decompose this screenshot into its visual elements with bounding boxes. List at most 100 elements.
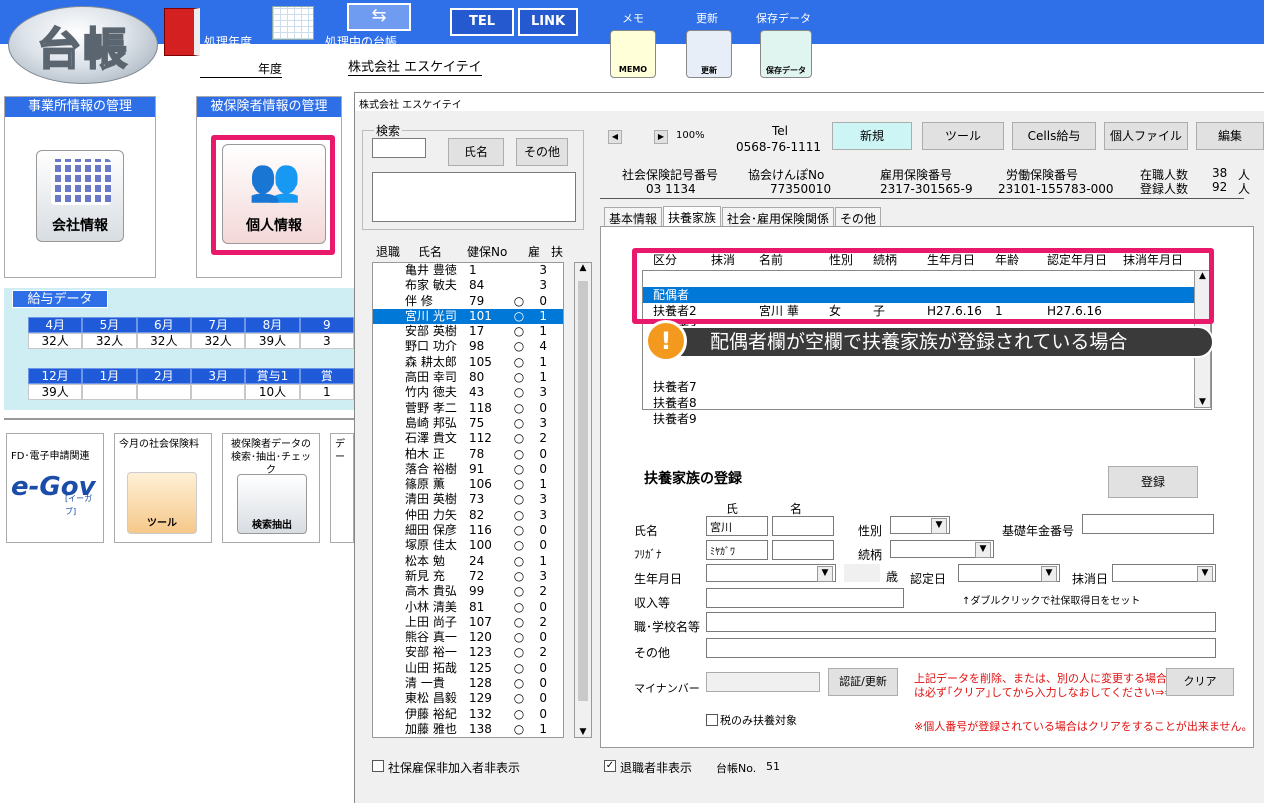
surname-input[interactable]: 宮川 bbox=[706, 516, 768, 536]
salary-cell[interactable]: 10人 bbox=[245, 384, 300, 400]
tax-only-checkbox[interactable] bbox=[706, 714, 718, 726]
employee-row[interactable]: 落合 裕樹 91 ○ 0 bbox=[373, 462, 563, 477]
employee-row[interactable]: 加藤 雅也 138 ○ 1 bbox=[373, 722, 563, 737]
zoom-prev-button[interactable]: ◀ bbox=[608, 130, 622, 144]
hide-retired-checkbox[interactable]: ✓ bbox=[604, 760, 616, 772]
employee-row[interactable]: 篠原 薫 106 ○ 1 bbox=[373, 477, 563, 492]
other-search-button[interactable]: その他 bbox=[516, 138, 568, 166]
employee-row[interactable]: 石澤 貴文 112 ○ 2 bbox=[373, 431, 563, 446]
salary-cell[interactable]: 4月 bbox=[28, 317, 83, 333]
massho-select[interactable] bbox=[1112, 564, 1216, 582]
fd-egov-tile[interactable]: FD･電子申請関連 e-Gov [イーガブ] bbox=[6, 433, 104, 543]
salary-cell[interactable]: 3月 bbox=[190, 368, 246, 384]
employee-row[interactable]: 高木 貴弘 99 ○ 2 bbox=[373, 584, 563, 599]
employee-row[interactable]: 野口 功介 98 ○ 4 bbox=[373, 339, 563, 354]
employee-row[interactable]: 安部 英樹 17 ○ 1 bbox=[373, 324, 563, 339]
tab-dependents[interactable]: 扶養家族 bbox=[663, 206, 722, 228]
clear-button[interactable]: クリア bbox=[1166, 668, 1234, 696]
employee-row[interactable]: 仲田 力矢 82 ○ 3 bbox=[373, 508, 563, 523]
salary-cell[interactable]: 39人 bbox=[28, 384, 83, 400]
salary-cell[interactable]: 6月 bbox=[136, 317, 191, 333]
employee-row[interactable]: 安部 裕一 123 ○ 2 bbox=[373, 645, 563, 660]
dependent-row[interactable]: 扶養者8 bbox=[643, 395, 1195, 411]
memo-icon[interactable]: MEMO bbox=[610, 30, 656, 78]
zoom-next-button[interactable]: ▶ bbox=[654, 130, 668, 144]
employee-row[interactable]: 高田 幸司 80 ○ 1 bbox=[373, 370, 563, 385]
scroll-down-icon[interactable]: ▼ bbox=[575, 727, 591, 737]
link-button[interactable]: LINK bbox=[518, 8, 578, 36]
relationship-select[interactable] bbox=[890, 540, 994, 558]
tel-button[interactable]: TEL bbox=[450, 8, 514, 36]
employee-list[interactable]: 亀井 豊徳 1 3 布家 敏夫 84 3 伴 修 79 ○ 0 宮川 光司 101 ○ 1 安部 英樹 17 ○… bbox=[372, 262, 564, 738]
employee-row[interactable]: 亀井 豊徳 1 3 bbox=[373, 263, 563, 278]
dependent-row[interactable]: 扶養者9 bbox=[643, 411, 1195, 427]
salary-cell[interactable]: 12月 bbox=[28, 368, 83, 384]
sex-select[interactable] bbox=[890, 516, 950, 534]
new-button[interactable]: 新規 bbox=[832, 122, 912, 150]
employee-list-scrollbar[interactable]: ▲ ▼ bbox=[574, 262, 592, 738]
employee-row[interactable]: 小林 清美 81 ○ 0 bbox=[373, 600, 563, 615]
furigana-given-input[interactable] bbox=[772, 540, 834, 560]
calendar-icon[interactable] bbox=[272, 6, 314, 40]
employee-row[interactable]: 森 耕太郎 105 ○ 1 bbox=[373, 355, 563, 370]
personal-file-button[interactable]: 個人ファイル bbox=[1104, 122, 1188, 150]
employee-row[interactable]: 竹内 徳夫 43 ○ 3 bbox=[373, 385, 563, 400]
employee-row[interactable]: 新見 充 72 ○ 3 bbox=[373, 569, 563, 584]
salary-cell[interactable]: 1月 bbox=[82, 368, 137, 384]
scroll-thumb[interactable] bbox=[578, 281, 588, 701]
birth-select[interactable] bbox=[706, 564, 836, 582]
pension-input[interactable] bbox=[1082, 514, 1214, 534]
register-button[interactable]: 登録 bbox=[1108, 466, 1198, 498]
employee-row[interactable]: 布家 敏夫 84 3 bbox=[373, 278, 563, 293]
furigana-surname-input[interactable]: ﾐﾔｶﾞﾜ bbox=[706, 540, 768, 560]
employee-row[interactable]: 伴 修 79 ○ 0 bbox=[373, 294, 563, 309]
company-info-button[interactable]: 会社情報 bbox=[36, 150, 124, 242]
employee-row[interactable]: 上田 尚子 107 ○ 2 bbox=[373, 615, 563, 630]
salary-cell[interactable]: 7月 bbox=[190, 317, 246, 333]
search-results-box[interactable] bbox=[372, 172, 576, 222]
salary-cell[interactable]: 39人 bbox=[245, 333, 300, 349]
employee-row[interactable]: 塚原 佳太 100 ○ 0 bbox=[373, 538, 563, 553]
name-search-button[interactable]: 氏名 bbox=[448, 138, 504, 166]
given-name-input[interactable] bbox=[772, 516, 834, 536]
edit-button[interactable]: 編集 bbox=[1196, 122, 1264, 150]
employee-row[interactable]: 柏木 正 78 ○ 0 bbox=[373, 447, 563, 462]
salary-cell[interactable]: 5月 bbox=[82, 317, 137, 333]
nintei-select[interactable] bbox=[958, 564, 1060, 582]
employee-row[interactable]: 清田 英樹 73 ○ 3 bbox=[373, 492, 563, 507]
employee-row[interactable]: 松本 勉 24 ○ 1 bbox=[373, 554, 563, 569]
salary-cell[interactable]: 9 bbox=[299, 317, 354, 333]
employee-row[interactable]: 細田 保彦 116 ○ 0 bbox=[373, 523, 563, 538]
salary-cell[interactable]: 1 bbox=[299, 384, 354, 400]
swap-ledger-icon[interactable]: ⇆ bbox=[347, 3, 411, 31]
salary-cell[interactable]: 32人 bbox=[28, 333, 83, 349]
salary-cell[interactable]: 2月 bbox=[136, 368, 191, 384]
salary-cell[interactable]: 32人 bbox=[136, 333, 191, 349]
employee-row[interactable]: 伊藤 裕紀 132 ○ 0 bbox=[373, 707, 563, 722]
hide-nonmember-checkbox[interactable] bbox=[372, 760, 384, 772]
income-input[interactable] bbox=[706, 588, 904, 608]
cells-salary-button[interactable]: Cells給与 bbox=[1012, 122, 1096, 150]
book-icon[interactable] bbox=[164, 8, 200, 56]
other-input[interactable] bbox=[706, 638, 1216, 658]
employee-row[interactable]: 菅野 孝二 118 ○ 0 bbox=[373, 401, 563, 416]
salary-cell[interactable]: 32人 bbox=[190, 333, 246, 349]
salary-cell[interactable] bbox=[82, 384, 137, 400]
monthly-premium-tile[interactable]: 今月の社会保険料 ツール bbox=[114, 433, 212, 543]
data-tile-partial[interactable]: デー bbox=[330, 433, 354, 543]
insured-search-tile[interactable]: 被保険者データの検索･抽出･チェック 検索抽出 bbox=[222, 433, 320, 543]
salary-cell[interactable]: 賞与1 bbox=[245, 368, 300, 384]
dependent-row[interactable]: 扶養者7 bbox=[643, 379, 1195, 395]
salary-cell[interactable]: 32人 bbox=[82, 333, 137, 349]
salary-cell[interactable]: 賞 bbox=[299, 368, 354, 384]
salary-cell[interactable] bbox=[190, 384, 246, 400]
auth-update-button[interactable]: 認証/更新 bbox=[828, 668, 898, 696]
employee-row[interactable]: 山田 拓哉 125 ○ 0 bbox=[373, 661, 563, 676]
save-data-icon[interactable]: 保存データ bbox=[760, 30, 812, 78]
employee-row[interactable]: 東松 昌毅 129 ○ 0 bbox=[373, 691, 563, 706]
search-input[interactable] bbox=[372, 138, 426, 158]
employee-row[interactable]: 清 一貴 128 ○ 0 bbox=[373, 676, 563, 691]
salary-cell[interactable] bbox=[136, 384, 191, 400]
salary-cell[interactable]: 8月 bbox=[245, 317, 300, 333]
employee-row[interactable]: 宮川 光司 101 ○ 1 bbox=[373, 308, 563, 325]
